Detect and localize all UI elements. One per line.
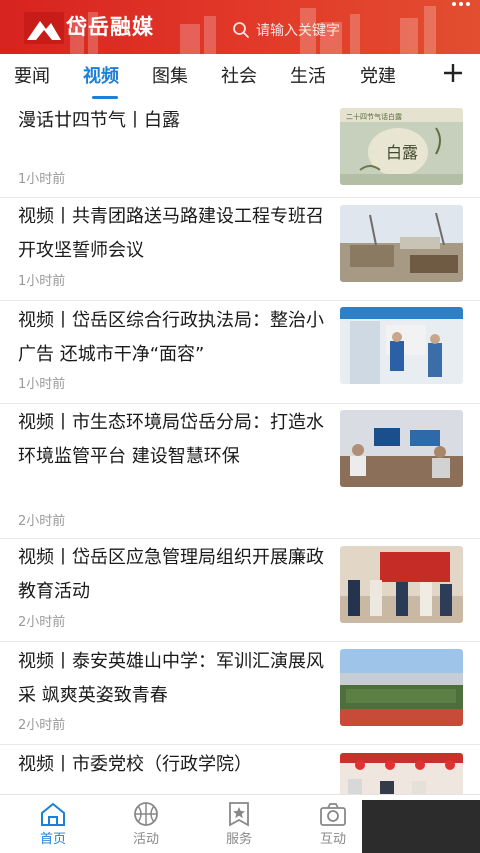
news-title: 视频丨岱岳区综合行政执法局：整治小广告 还城市干净“面容” [18, 310, 324, 365]
nav-activities[interactable]: 活动 [111, 801, 181, 851]
nav-label: 活动 [132, 832, 159, 847]
news-title: 视频丨泰安英雄山中学：军训汇演展风采 飒爽英姿致青春 [18, 651, 324, 706]
nav-interaction[interactable]: 互动 [298, 801, 368, 851]
thumb-calligraphy: 白露 [386, 143, 418, 162]
active-tab-indicator [92, 96, 118, 99]
home-icon [41, 802, 65, 826]
news-time: 2小时前 [18, 718, 66, 733]
app-logo-icon [24, 12, 64, 44]
news-thumbnail [340, 546, 463, 623]
dark-overlay-block [362, 800, 480, 853]
camera-icon [320, 803, 346, 826]
news-item[interactable]: 视频丨共青团路送马路建设工程专班召开攻坚誓师会议 1小时前 [0, 198, 480, 301]
nav-services[interactable]: 服务 [204, 801, 274, 851]
tab-news[interactable]: 要闻 [14, 64, 50, 92]
nav-label: 互动 [319, 832, 346, 847]
news-item[interactable]: 视频丨泰安英雄山中学：军训汇演展风采 飒爽英姿致青春 2小时前 [0, 642, 480, 745]
tab-life[interactable]: 生活 [290, 64, 326, 92]
news-thumbnail: 二十四节气话白露 白露 [340, 108, 463, 185]
news-item[interactable]: 视频丨市生态环境局岱岳分局：打造水环境监管平台 建设智慧环保 2小时前 [0, 404, 480, 539]
news-thumbnail [340, 753, 463, 794]
news-time: 1小时前 [18, 172, 66, 187]
news-thumbnail [340, 410, 463, 487]
news-title: 漫话廿四节气丨白露 [18, 110, 180, 131]
brand-title: 岱岳融媒 [66, 15, 154, 39]
news-title: 视频丨岱岳区应急管理局组织开展廉政教育活动 [18, 547, 324, 602]
news-list: 漫话廿四节气丨白露 1小时前 二十四节气话白露 白露 视频丨共青团路送马路建设工… [0, 100, 480, 794]
news-thumbnail [340, 205, 463, 282]
tab-society[interactable]: 社会 [221, 64, 257, 92]
app-screen: 岱岳融媒 请输入关键字 要闻 视频 图集 社会 生活 党建 漫话廿四节气丨白露 [0, 0, 480, 853]
news-thumbnail [340, 307, 463, 384]
add-channel-icon[interactable] [442, 62, 464, 84]
news-time: 1小时前 [18, 274, 66, 289]
nav-label: 服务 [225, 832, 252, 847]
tab-gallery[interactable]: 图集 [152, 64, 188, 92]
app-header: 岱岳融媒 请输入关键字 [0, 0, 480, 54]
tab-party[interactable]: 党建 [360, 64, 396, 92]
tab-video[interactable]: 视频 [83, 64, 119, 92]
nav-home[interactable]: 首页 [18, 801, 88, 851]
news-time: 2小时前 [18, 615, 66, 630]
basketball-icon [134, 802, 158, 826]
star-badge-icon [229, 802, 249, 827]
news-item[interactable]: 视频丨岱岳区综合行政执法局：整治小广告 还城市干净“面容” 1小时前 [0, 301, 480, 404]
channel-tabs: 要闻 视频 图集 社会 生活 党建 [0, 54, 480, 100]
search-icon [233, 22, 249, 38]
search-bar[interactable]: 请输入关键字 [232, 17, 432, 43]
news-item[interactable]: 视频丨市委党校（行政学院） [0, 745, 480, 794]
news-item[interactable]: 视频丨岱岳区应急管理局组织开展廉政教育活动 2小时前 [0, 539, 480, 642]
nav-label: 首页 [39, 832, 66, 847]
news-item[interactable]: 漫话廿四节气丨白露 1小时前 二十四节气话白露 白露 [0, 100, 480, 198]
news-time: 1小时前 [18, 377, 66, 392]
more-icon[interactable] [446, 0, 476, 20]
search-placeholder: 请输入关键字 [256, 23, 340, 39]
thumb-banner-text: 二十四节气话白露 [346, 112, 402, 121]
news-time: 2小时前 [18, 514, 66, 529]
news-title: 视频丨市委党校（行政学院） [18, 754, 252, 775]
news-thumbnail [340, 649, 463, 726]
news-title: 视频丨共青团路送马路建设工程专班召开攻坚誓师会议 [18, 206, 324, 261]
news-title: 视频丨市生态环境局岱岳分局：打造水环境监管平台 建设智慧环保 [18, 412, 324, 467]
